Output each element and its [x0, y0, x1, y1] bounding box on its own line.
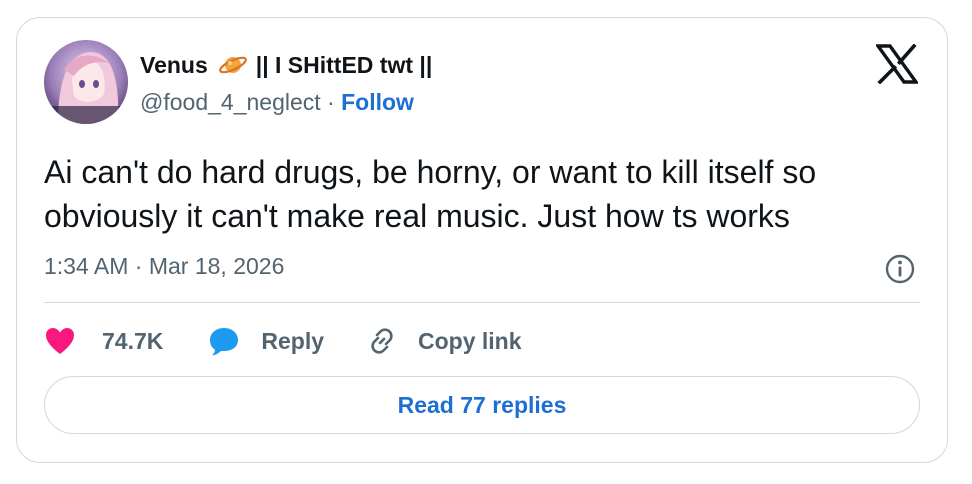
reply-button[interactable]: Reply — [207, 325, 324, 357]
avatar[interactable] — [44, 40, 128, 124]
tweet-timestamp[interactable]: 1:34 AM · Mar 18, 2026 — [44, 253, 284, 280]
like-button[interactable]: 74.7K — [44, 326, 163, 356]
reply-bubble-icon — [210, 328, 239, 356]
divider — [44, 302, 920, 303]
info-icon[interactable] — [884, 253, 916, 285]
author-handle[interactable]: @food_4_neglect — [140, 89, 321, 115]
heart-icon — [46, 328, 74, 354]
read-replies-button[interactable]: Read 77 replies — [44, 376, 920, 434]
author-display-name[interactable]: Venus — [140, 52, 208, 79]
action-bar: 74.7K Reply Copy link — [44, 322, 522, 360]
follow-button[interactable]: Follow — [341, 89, 414, 115]
avatar-image — [44, 40, 128, 124]
author-name-suffix: || I SHittED twt || — [255, 51, 433, 78]
likes-count: 74.7K — [102, 327, 164, 354]
tweet-text: Ai can't do hard drugs, be horny, or wan… — [44, 154, 817, 234]
author-handle-row: @food_4_neglect · Follow — [140, 89, 414, 116]
link-icon — [371, 328, 393, 354]
handle-separator: · — [327, 89, 335, 115]
ringed-planet-icon — [218, 56, 247, 74]
x-logo-icon[interactable] — [876, 44, 918, 84]
read-replies-label: Read 77 replies — [397, 391, 567, 418]
copy-link-label: Copy link — [418, 327, 522, 354]
copy-link-button[interactable]: Copy link — [366, 325, 522, 357]
author-name-row[interactable]: Venus || I SHittED twt || — [140, 50, 432, 80]
reply-label: Reply — [261, 327, 325, 354]
